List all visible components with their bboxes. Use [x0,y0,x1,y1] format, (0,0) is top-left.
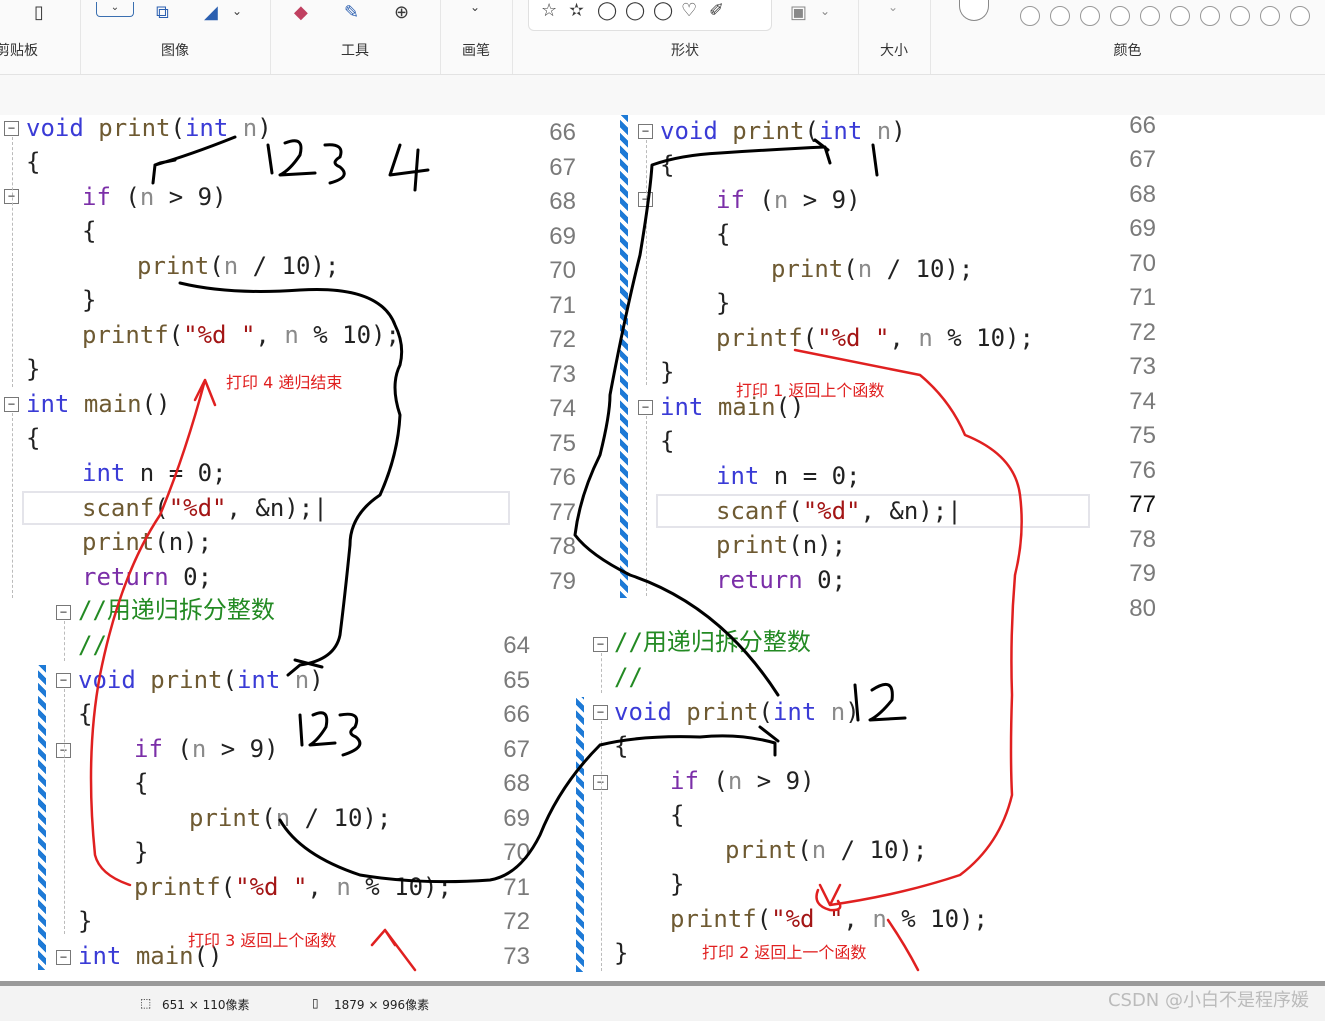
paste-icon[interactable]: ▯ [34,2,44,23]
image-size-icon: ▯ [312,996,319,1010]
color-swatch[interactable] [1230,6,1250,26]
group-tools: ◆ ✎ ⊕ 工具 [270,0,441,74]
color-swatch[interactable] [1020,6,1040,26]
callout-rect-icon[interactable]: ◯ [597,0,617,21]
size-dropdown-icon[interactable]: ⌄ [888,0,898,14]
annotation-print-4: 打印 4 递归结束 [226,373,343,392]
watermark: CSDN @小白不是程序媛 [1107,990,1309,1011]
freehand-drawing [89,135,1023,972]
shapes-gallery: ☆ ✫ ◯ ◯ ◯ ♡ ✐ [528,0,772,31]
group-label-brush: 画笔 [462,43,490,59]
paint-ribbon: ▯ 剪贴板 ⌄ ⧉ ◢ ⌄ 图像 ◆ ✎ ⊕ 工具 ⌄ 画笔 形状 ▣ ⌄ ☆ … [0,0,1325,75]
group-brush: ⌄ 画笔 [440,0,513,74]
annotation-print-3: 打印 3 返回上个函数 [188,931,337,950]
black-call-path [178,281,404,677]
fill-icon[interactable]: ▣ [790,2,807,23]
color-swatch[interactable] [1140,6,1160,26]
annotation-print-2: 打印 2 返回上一个函数 [702,943,867,962]
group-label-shapes: 形状 [671,43,699,59]
star6-icon[interactable]: ✫ [569,0,584,21]
drawing-canvas[interactable]: − − − void print(int n) { if (n > 9) { p… [0,115,1325,981]
color-swatch[interactable] [1200,6,1220,26]
red-return-arrow [793,348,1023,907]
star5-icon[interactable]: ☆ [541,0,557,21]
color-swatch[interactable] [1170,6,1190,26]
lightning-icon[interactable]: ✐ [709,0,724,21]
color-swatch[interactable] [1110,6,1130,26]
crop-icon[interactable]: ⧉ [156,2,169,23]
rotate-icon[interactable]: ◢ [204,2,218,23]
group-label-image: 图像 [161,43,189,59]
color-swatch[interactable] [1050,6,1070,26]
black-arrow [151,135,237,185]
red-return-arrow [370,928,417,972]
handwritten-12 [853,682,907,722]
chevron-down-icon[interactable]: ⌄ [820,4,830,18]
group-label-tools: 工具 [341,43,369,59]
heart-icon[interactable]: ♡ [681,0,697,21]
handwritten-123 [298,711,362,757]
handwritten-1 [871,143,879,177]
black-call-path [573,138,832,697]
magnifier-icon[interactable]: ⊕ [394,2,409,23]
color-picker-icon[interactable]: ✎ [344,2,359,23]
eraser-icon[interactable]: ◆ [294,2,308,23]
group-label-size: 大小 [880,43,908,59]
color-swatch[interactable] [1260,6,1280,26]
callout-oval-icon[interactable]: ◯ [625,0,645,21]
selection-icon: ⬚ [140,996,152,1010]
group-image: ⌄ ⧉ ◢ ⌄ 图像 [80,0,271,74]
ribbon-spacer [0,75,1325,116]
red-return-arrow [89,378,217,887]
group-label-clipboard: 剪贴板 [0,43,38,59]
selection-size: 651 × 110像素 [162,998,250,1012]
red-return-arrow [886,918,920,972]
chevron-down-icon[interactable]: ⌄ [232,4,242,18]
color-swatch[interactable] [1080,6,1100,26]
brush-dropdown-icon[interactable]: ⌄ [470,0,480,14]
callout-cloud-icon[interactable]: ◯ [653,0,673,21]
handwritten-1234 [266,139,430,192]
group-label-colors: 颜色 [1113,43,1142,59]
image-size: 1879 × 996像素 [334,998,430,1012]
group-size: ⌄ 大小 [858,0,931,74]
group-clipboard: ▯ 剪贴板 [0,0,81,74]
annotation-print-1: 打印 1 返回上个函数 [736,381,885,400]
color-swatch[interactable] [1290,6,1310,26]
select-icon[interactable]: ⌄ [96,2,134,17]
